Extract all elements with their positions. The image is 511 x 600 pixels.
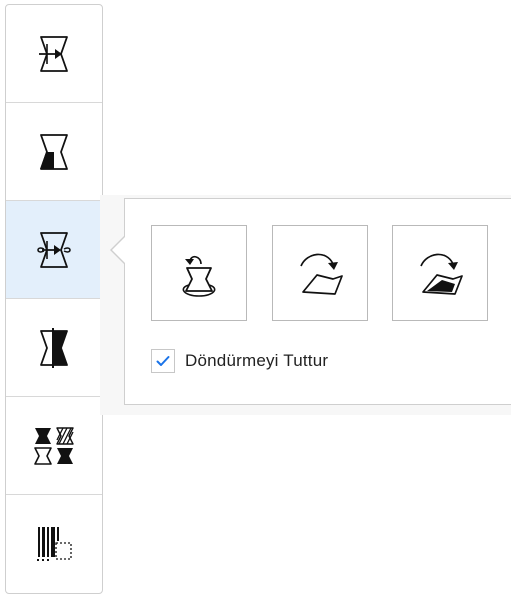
tool-filled-bottom[interactable]: [6, 103, 102, 200]
checkmark-icon: [156, 356, 170, 366]
snap-rotation-row[interactable]: Döndürmeyi Tuttur: [151, 348, 328, 374]
tool-insert-arrow[interactable]: [6, 5, 102, 102]
tool-split-half[interactable]: [6, 299, 102, 396]
rotate-shape-right-icon: [300, 253, 343, 295]
tool-barcode[interactable]: [6, 495, 102, 592]
option-rotate-filled-shape[interactable]: [392, 225, 488, 321]
tool-rotate[interactable]: [6, 201, 102, 298]
rotate-in-place-icon: [182, 255, 216, 297]
tool-hatch-pattern[interactable]: [6, 397, 102, 494]
hatch-pattern-grid-icon: [34, 426, 74, 465]
rotate-options-popover: Döndürmeyi Tuttur: [124, 198, 511, 405]
snap-rotation-label: Döndürmeyi Tuttur: [185, 351, 329, 370]
rotate-arrow-hourglass-icon: [37, 231, 71, 268]
option-rotate-shape[interactable]: [272, 225, 368, 321]
rotate-filled-shape-right-icon: [420, 253, 463, 295]
option-rotate-in-place[interactable]: [151, 225, 247, 321]
snap-rotation-checkbox[interactable]: [151, 349, 175, 373]
split-half-hourglass-icon: [40, 327, 68, 368]
side-toolbar: [5, 4, 103, 594]
insert-arrow-hourglass-icon: [39, 35, 68, 72]
filled-bottom-hourglass-icon: [40, 133, 68, 170]
barcode-dotted-box-icon: [37, 526, 72, 561]
